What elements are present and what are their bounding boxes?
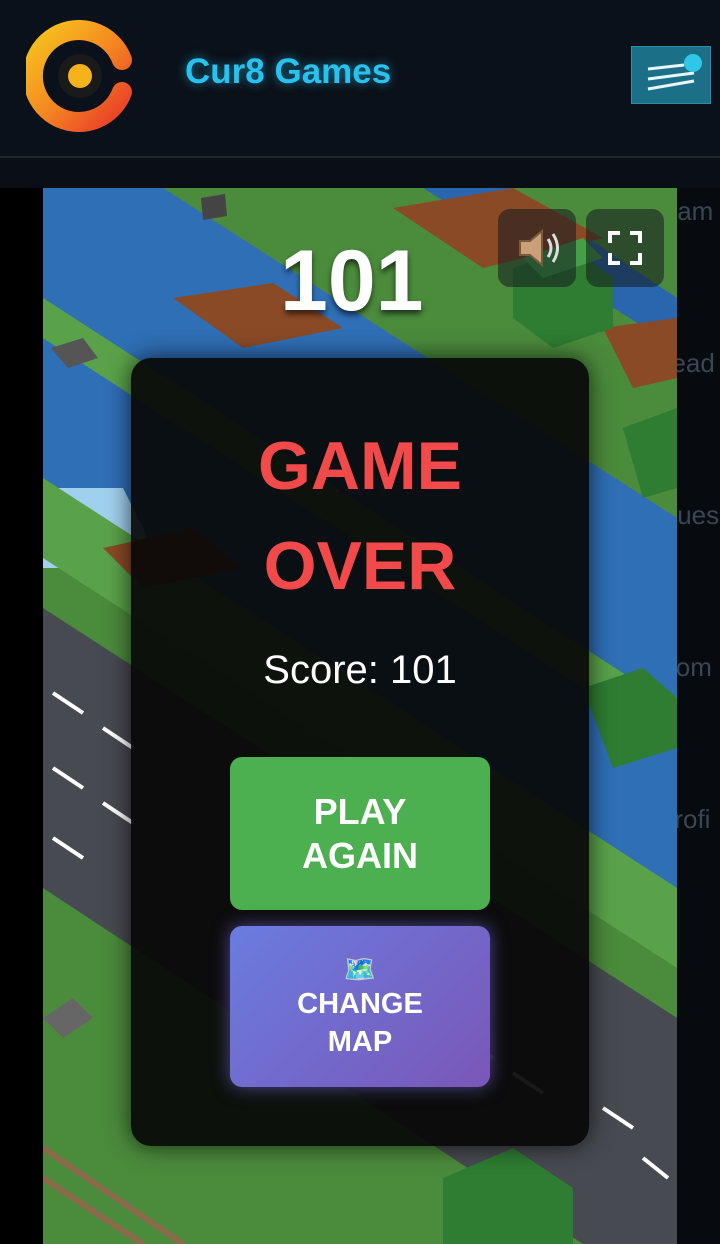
side-nav-games[interactable]: Gam bbox=[677, 196, 713, 227]
change-map-label-line2: MAP bbox=[327, 1025, 393, 1058]
fullscreen-icon bbox=[608, 231, 642, 265]
play-again-label-line1: PLAY bbox=[313, 790, 407, 832]
sound-button[interactable] bbox=[498, 209, 576, 287]
change-map-button[interactable]: 🗺️ CHANGE MAP bbox=[230, 926, 490, 1087]
change-map-label-line1: CHANGE bbox=[297, 987, 423, 1020]
game-score: 101 bbox=[280, 233, 424, 329]
brand-title[interactable]: Cur8 Games bbox=[185, 52, 391, 92]
map-icon: 🗺️ bbox=[343, 953, 377, 984]
play-again-button[interactable]: PLAY AGAIN bbox=[230, 757, 490, 910]
side-nav-leaderboard[interactable]: Lead bbox=[677, 348, 715, 379]
speaker-icon bbox=[519, 228, 559, 268]
game-over-title-line1: GAME bbox=[258, 428, 462, 504]
final-score: Score: 101 bbox=[263, 648, 457, 692]
fullscreen-button[interactable] bbox=[586, 209, 664, 287]
side-nav-quests[interactable]: Ques bbox=[677, 500, 719, 531]
top-header: Cur8 Games bbox=[0, 0, 720, 158]
hamburger-menu-icon bbox=[647, 54, 702, 91]
menu-button[interactable] bbox=[631, 46, 711, 104]
header-divider bbox=[0, 158, 720, 188]
side-nav-profile[interactable]: Profi bbox=[677, 804, 710, 835]
side-nav: Gam Lead Ques Com Profi bbox=[677, 188, 720, 1244]
play-again-label-line2: AGAIN bbox=[302, 834, 418, 876]
game-over-title-line2: OVER bbox=[263, 528, 457, 604]
cur8-logo-icon[interactable] bbox=[26, 20, 134, 132]
